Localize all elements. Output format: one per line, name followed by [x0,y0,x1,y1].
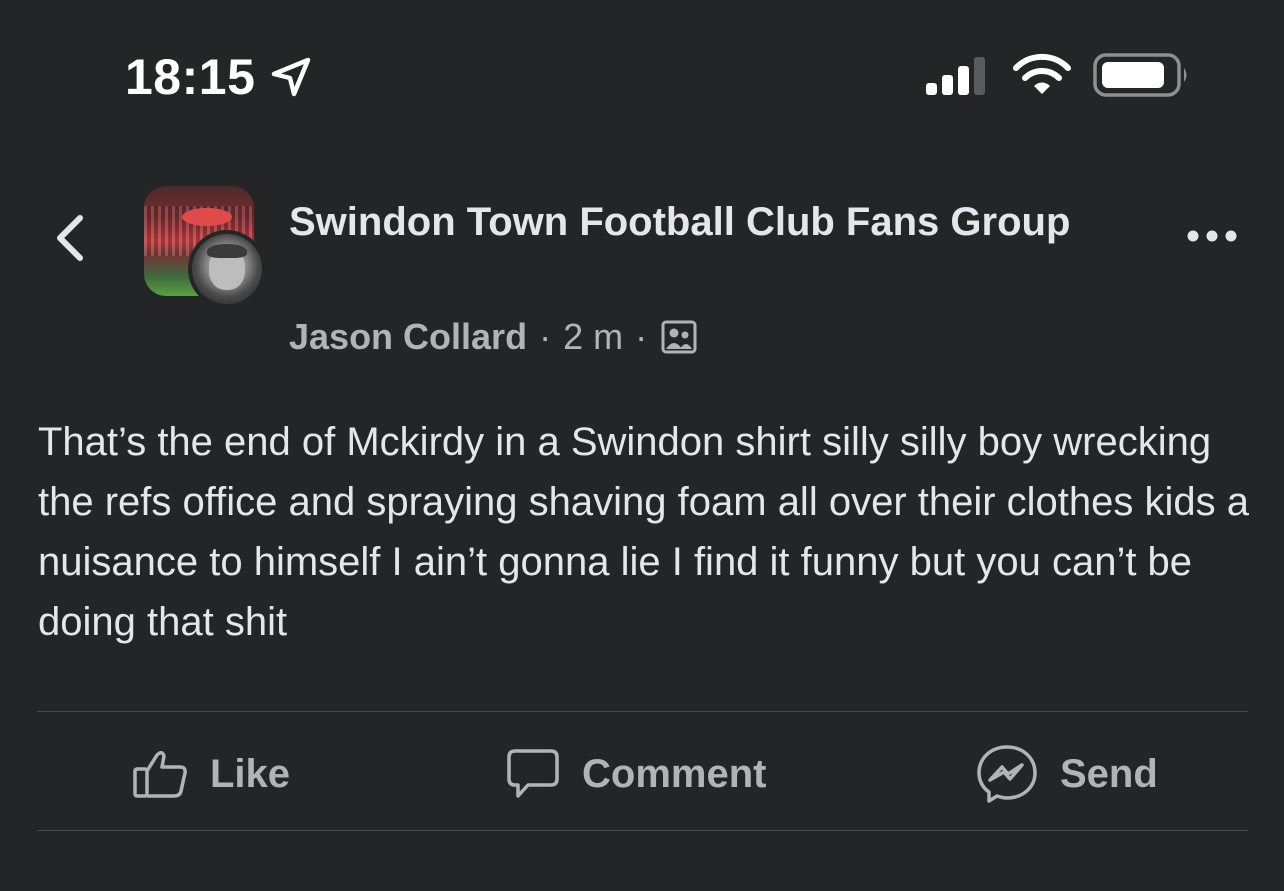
comment-label: Comment [582,751,767,796]
messenger-icon [977,745,1037,803]
status-bar: 18:15 [0,0,1284,150]
post-time[interactable]: 2 m [563,316,623,358]
author-avatar[interactable] [188,230,266,308]
group-name[interactable]: Swindon Town Football Club Fans Group [289,192,1089,252]
send-button[interactable]: Send [976,742,1158,806]
members-only-icon [661,320,697,354]
comment-bubble-icon [507,749,559,798]
divider [37,711,1248,712]
wifi-icon [1013,53,1071,94]
post-text: That’s the end of Mckirdy in a Swindon s… [38,420,1250,644]
battery-icon [1093,53,1187,97]
post-meta: Jason Collard · 2 m · [289,314,697,360]
like-label: Like [210,751,291,796]
author-name[interactable]: Jason Collard [289,316,527,358]
cellular-signal-icon [926,57,985,95]
comment-button[interactable]: Comment [506,742,766,806]
send-label: Send [1060,751,1158,796]
location-arrow-icon [271,57,311,97]
back-chevron-icon[interactable] [50,210,90,266]
more-options-icon[interactable] [1186,226,1238,246]
like-button[interactable]: Like [132,742,290,806]
thumbs-up-icon [133,751,187,798]
meta-separator: · [635,316,648,357]
meta-separator: · [539,316,552,357]
divider [37,830,1248,831]
status-time: 18:15 [125,49,256,105]
